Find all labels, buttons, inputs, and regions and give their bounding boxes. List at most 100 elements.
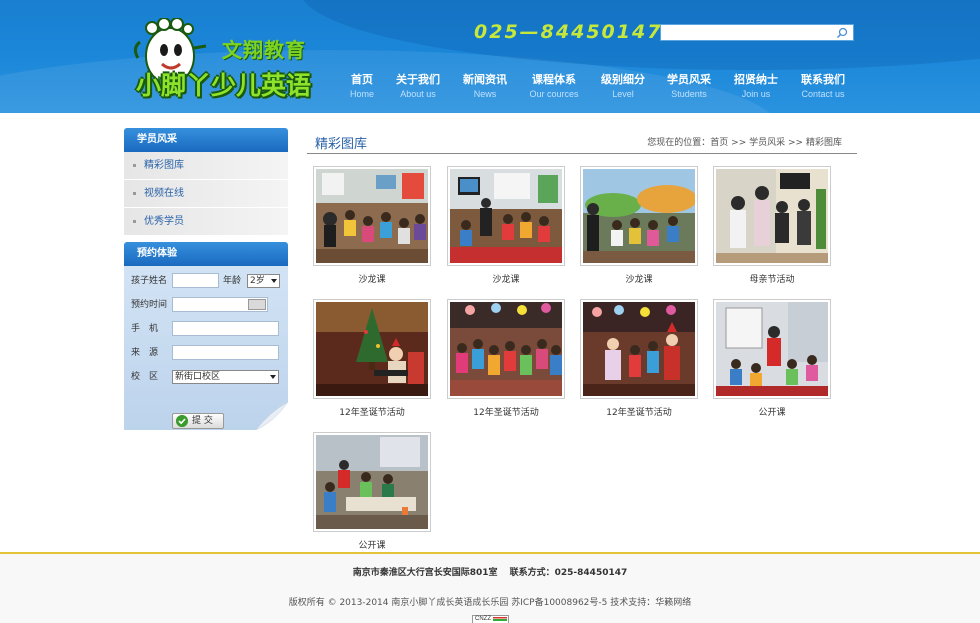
photo-christmas-2012 (450, 302, 562, 396)
bullet-icon (133, 164, 136, 167)
breadcrumb-link-home[interactable]: 首页 (710, 138, 728, 148)
gallery-item[interactable]: 沙龙课 (447, 166, 565, 286)
photo-open-class (316, 435, 428, 529)
gallery-caption[interactable]: 母亲节活动 (713, 272, 831, 285)
gallery-thumbnail[interactable] (313, 299, 431, 399)
child-name-label: 孩子姓名 (131, 276, 168, 286)
gallery-item[interactable]: 12年圣诞节活动 (313, 299, 431, 419)
gallery-item[interactable]: 沙龙课 (580, 166, 698, 286)
gallery-caption[interactable]: 12年圣诞节活动 (580, 405, 698, 418)
breadcrumb-separator: >> (788, 138, 804, 148)
source-label: 来 源 (131, 348, 159, 358)
photo-salon-class (583, 169, 697, 263)
chevron-down-icon (271, 279, 277, 283)
nav-label: 学员风采 (667, 73, 711, 86)
sidebar: 学员风采 精彩图库 视频在线 优秀学员 预约体验 孩子姓名 年龄 2岁 预约时间 (124, 128, 288, 430)
nav-sublabel: News (473, 89, 497, 99)
nav-sublabel: Our cources (529, 89, 579, 99)
site-footer: 南京市秦淮区大行宫长安国际801室 联系方式：025-84450147 版权所有… (0, 552, 980, 623)
gallery-caption[interactable]: 12年圣诞节活动 (447, 405, 565, 418)
nav-sublabel: Contact us (801, 89, 845, 99)
nav-level[interactable]: 级别细分 Level (597, 71, 649, 101)
photo-christmas-2012 (583, 302, 695, 396)
nav-label: 关于我们 (396, 73, 440, 86)
breadcrumb-separator: >> (731, 138, 747, 148)
bullet-icon (133, 192, 136, 195)
campus-select-value: 新街口校区 (175, 372, 221, 382)
form-row-source: 来 源 (131, 345, 285, 361)
site-logo[interactable]: JOYA 文翔教育 小脚丫少儿英语 (128, 14, 320, 102)
gallery-thumbnail[interactable] (447, 166, 565, 266)
gallery-thumbnail[interactable] (313, 166, 431, 266)
content-header: 精彩图库 您现在的位置：首页 >> 学员风采 >> 精彩图库 (307, 128, 857, 154)
gallery-item[interactable]: 12年圣诞节活动 (447, 299, 565, 419)
form-row-time: 预约时间 (131, 297, 285, 313)
gallery-caption[interactable]: 沙龙课 (580, 272, 698, 285)
nav-news[interactable]: 新闻资讯 News (459, 71, 511, 101)
appointment-time-field[interactable] (172, 297, 268, 312)
form-row-campus: 校 区 新街口校区 (131, 369, 285, 385)
nav-courses[interactable]: 课程体系 Our cources (526, 71, 582, 101)
phone-label: 手 机 (131, 324, 159, 334)
gallery-caption[interactable]: 沙龙课 (447, 272, 565, 285)
calendar-icon[interactable] (248, 299, 266, 310)
breadcrumb-link-students[interactable]: 学员风采 (749, 138, 785, 148)
age-select[interactable]: 2岁 (247, 274, 280, 288)
source-field[interactable] (172, 345, 279, 360)
breadcrumb: 您现在的位置：首页 >> 学员风采 >> 精彩图库 (647, 135, 842, 148)
logo-brand-text: 文翔教育 (222, 38, 306, 62)
sidebar-section-title: 学员风采 (124, 128, 288, 152)
search-input[interactable] (665, 26, 829, 39)
gallery-item[interactable]: 沙龙课 (313, 166, 431, 286)
nav-label: 招贤纳士 (734, 73, 778, 86)
nav-students[interactable]: 学员风采 Students (663, 71, 715, 101)
main-content: 精彩图库 您现在的位置：首页 >> 学员风采 >> 精彩图库 沙龙课 沙龙课 沙… (307, 128, 857, 551)
child-name-field[interactable] (172, 273, 219, 288)
gallery-thumbnail[interactable] (580, 299, 698, 399)
gallery-thumbnail[interactable] (713, 166, 831, 266)
nav-sublabel: About us (400, 89, 436, 99)
sidebar-item-videos[interactable]: 视频在线 (124, 180, 288, 208)
gallery-thumbnail[interactable] (713, 299, 831, 399)
gallery-thumbnail[interactable] (580, 166, 698, 266)
sidebar-menu: 精彩图库 视频在线 优秀学员 (124, 152, 288, 236)
photo-christmas-2012 (316, 302, 428, 396)
age-select-value: 2岁 (250, 276, 265, 286)
phone-field[interactable] (172, 321, 279, 336)
bullet-icon (133, 220, 136, 223)
photo-open-class (716, 302, 828, 396)
submit-button[interactable]: 提 交 (172, 413, 224, 429)
nav-contact[interactable]: 联系我们 Contact us (797, 71, 849, 101)
gallery-thumbnail[interactable] (313, 432, 431, 532)
form-row-child-name: 孩子姓名 年龄 2岁 (131, 273, 285, 289)
campus-select[interactable]: 新街口校区 (172, 370, 279, 384)
photo-mothers-day (716, 169, 828, 263)
search-icon[interactable] (836, 27, 848, 39)
cnzz-stats-badge[interactable]: CNZZ (472, 615, 509, 623)
gallery-caption[interactable]: 公开课 (313, 538, 431, 551)
gallery-caption[interactable]: 12年圣诞节活动 (313, 405, 431, 418)
booking-form: 孩子姓名 年龄 2岁 预约时间 手 机 来 源 校 区 新街口校区 提 交 (124, 266, 288, 430)
nav-about[interactable]: 关于我们 About us (392, 71, 444, 101)
photo-salon-class (450, 169, 562, 263)
site-header: JOYA 文翔教育 小脚丫少儿英语 025—84450147 首页 Home 关… (0, 0, 980, 113)
nav-join[interactable]: 招贤纳士 Join us (730, 71, 782, 101)
submit-label: 提 交 (192, 416, 213, 426)
check-icon (176, 415, 188, 427)
sidebar-item-label: 精彩图库 (144, 160, 184, 171)
gallery-item[interactable]: 公开课 (713, 299, 831, 419)
gallery-caption[interactable]: 沙龙课 (313, 272, 431, 285)
stats-bars-icon (493, 617, 507, 622)
nav-label: 级别细分 (601, 73, 645, 86)
gallery-thumbnail[interactable] (447, 299, 565, 399)
sidebar-item-top-students[interactable]: 优秀学员 (124, 208, 288, 236)
nav-home[interactable]: 首页 Home (340, 71, 384, 101)
sidebar-item-label: 优秀学员 (144, 216, 184, 227)
nav-sublabel: Level (612, 89, 634, 99)
sidebar-item-label: 视频在线 (144, 188, 184, 199)
gallery-caption[interactable]: 公开课 (713, 405, 831, 418)
gallery-item[interactable]: 母亲节活动 (713, 166, 831, 286)
sidebar-item-gallery[interactable]: 精彩图库 (124, 152, 288, 180)
gallery-item[interactable]: 12年圣诞节活动 (580, 299, 698, 419)
gallery-item[interactable]: 公开课 (313, 432, 431, 552)
